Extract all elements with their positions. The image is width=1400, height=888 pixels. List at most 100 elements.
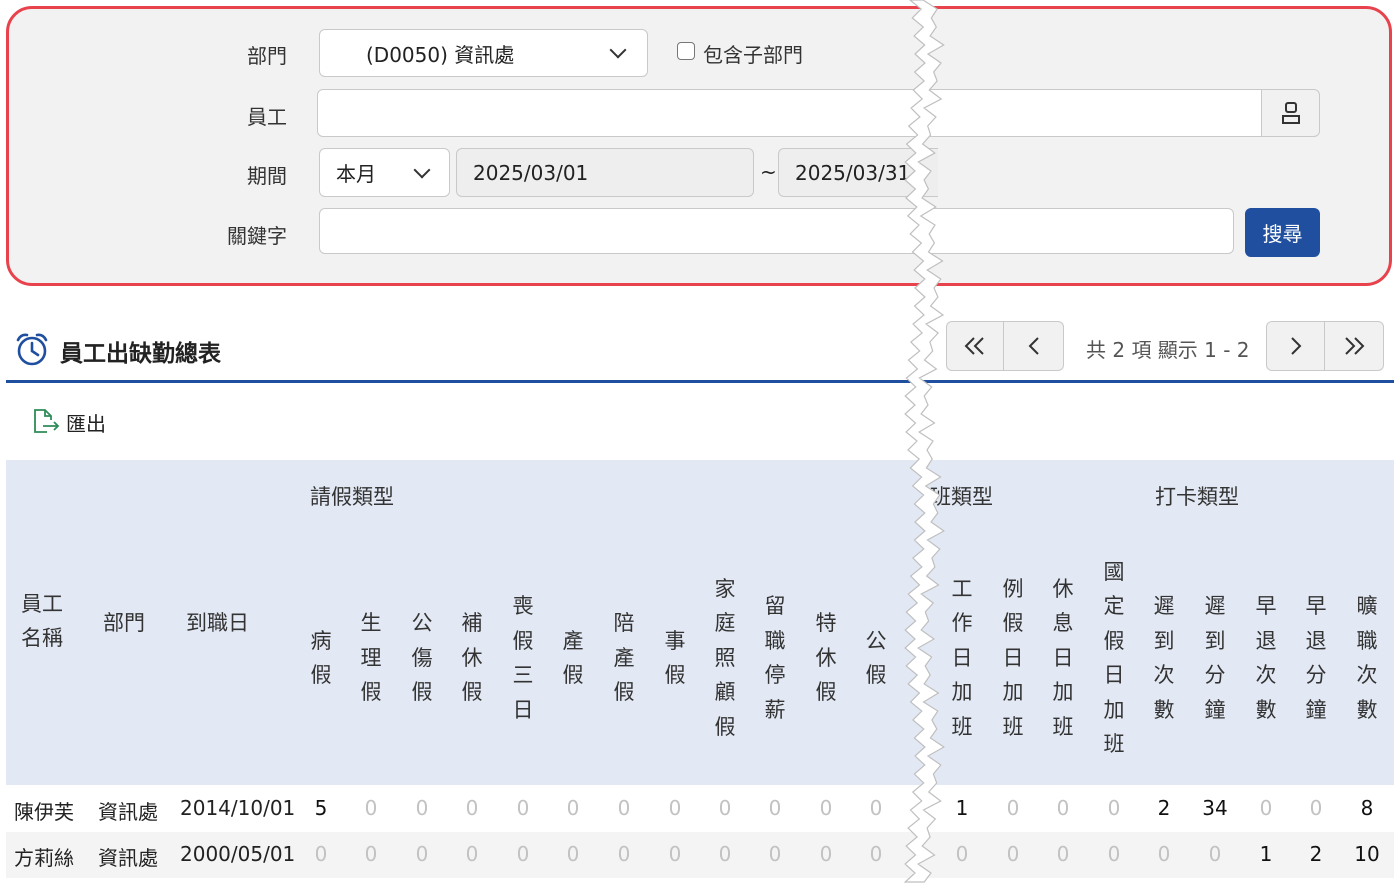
col-metric: 喪假三日 [512,594,534,722]
col-name: 員工名稱 [21,592,63,650]
pagination-info: 共 2 項 顯示 1 - 2 [1086,338,1250,362]
col-metric: 遲到分鐘 [1204,594,1226,722]
col-metric: 病假 [310,628,332,688]
title-divider [6,380,1394,383]
cell-value: 0 [516,842,530,866]
include-sub-label[interactable]: 包含子部門 [703,39,803,68]
group-punch: 打卡類型 [1155,485,1239,509]
date-from-input[interactable]: 2025/03/01 [456,148,754,197]
cell-value: 0 [566,796,580,820]
cell-value: 0 [1208,842,1222,866]
cell-value: 0 [668,842,682,866]
next-page-button[interactable] [1266,321,1325,371]
cell-value: 0 [869,842,883,866]
col-metric: 生理假 [360,611,382,705]
group-leave: 請假類型 [310,485,394,509]
include-sub-checkbox[interactable] [677,42,695,60]
col-metric: 陪產假 [613,611,635,705]
cell-value: 0 [465,796,479,820]
alarm-clock-icon [16,333,48,366]
double-chevron-left-icon [964,337,984,355]
cell-name: 方莉絲 [14,846,74,870]
employee-picker-button[interactable] [1261,89,1320,137]
cell-value: 0 [768,796,782,820]
cell-value: 0 [1006,796,1020,820]
cell-value: 0 [1107,842,1121,866]
cell-value: 2 [1309,842,1323,866]
department-select[interactable]: (D0050) 資訊處 [319,29,648,77]
cell-name: 陳伊芙 [14,800,74,824]
prev-page-button[interactable] [1004,321,1064,371]
last-page-button[interactable] [1324,321,1384,371]
period-label: 期間 [247,164,287,188]
cell-value: 0 [364,842,378,866]
chevron-down-icon [609,41,627,59]
cell-value: 0 [465,842,479,866]
cell-value: 1 [1259,842,1273,866]
col-metric: 公假 [865,628,887,688]
cell-value: 34 [1202,796,1228,820]
col-metric: 早退次數 [1255,594,1277,722]
cell-value: 2 [1157,796,1171,820]
cell-value: 0 [1107,796,1121,820]
col-metric: 家庭照顧假 [714,576,736,739]
col-metric: 國定假日加班 [1103,559,1125,757]
cell-value: 0 [566,842,580,866]
employee-label: 員工 [247,105,287,129]
cell-value: 0 [516,796,530,820]
cell-dept: 資訊處 [98,800,158,824]
cell-value: 0 [1056,796,1070,820]
export-button[interactable]: 匯出 [66,408,106,437]
cell-value: 0 [415,842,429,866]
col-metric: 補休假 [461,611,483,705]
cell-hire: 2014/10/01 [180,796,296,820]
col-metric: 留職停薪 [764,594,786,722]
cell-value: 0 [955,842,969,866]
employee-input[interactable] [317,89,1263,137]
cell-value: 10 [1354,842,1380,866]
cell-value: 8 [1360,796,1374,820]
double-chevron-right-icon [1345,337,1365,355]
search-button[interactable]: 搜尋 [1245,208,1320,257]
cell-value: 0 [1056,842,1070,866]
cell-value: 0 [1309,796,1323,820]
cell-value: 0 [819,796,833,820]
chevron-down-icon [413,161,431,179]
col-metric: 事假 [664,628,686,688]
cell-value: 0 [1157,842,1171,866]
person-icon [1281,102,1300,124]
period-select[interactable]: 本月 [319,148,450,197]
cell-value: 0 [617,796,631,820]
cell-value: 0 [819,842,833,866]
cell-value: 0 [718,796,732,820]
export-file-icon[interactable] [33,408,61,434]
keyword-input[interactable] [319,208,1234,254]
col-hire: 到職日 [186,611,249,635]
col-metric: 例假日加班 [1002,576,1024,739]
cell-hire: 2000/05/01 [180,842,296,866]
date-to-input[interactable]: 2025/03/31 [778,148,938,197]
report-title: 員工出缺勤總表 [60,341,221,367]
cell-value: 0 [364,796,378,820]
cell-value: 0 [1006,842,1020,866]
department-label: 部門 [247,44,287,68]
date-separator: ~ [760,160,777,184]
first-page-button[interactable] [946,321,1004,371]
chevron-left-icon [1028,337,1039,355]
cell-value: 0 [617,842,631,866]
col-metric: 特休假 [815,611,837,705]
group-overtime: 班類型 [930,485,993,509]
cell-value: 0 [314,842,328,866]
cell-value: 0 [768,842,782,866]
cell-dept: 資訊處 [98,846,158,870]
col-metric: 休息日加班 [1052,576,1074,739]
cell-value: 0 [415,796,429,820]
cell-value: 0 [869,796,883,820]
cell-value: 1 [955,796,969,820]
cell-value: 0 [668,796,682,820]
department-value: (D0050) 資訊處 [366,42,515,67]
col-metric: 遲到次數 [1153,594,1175,722]
cell-value: 5 [314,796,328,820]
keyword-label: 關鍵字 [227,224,287,248]
col-metric: 早退分鐘 [1305,594,1327,722]
